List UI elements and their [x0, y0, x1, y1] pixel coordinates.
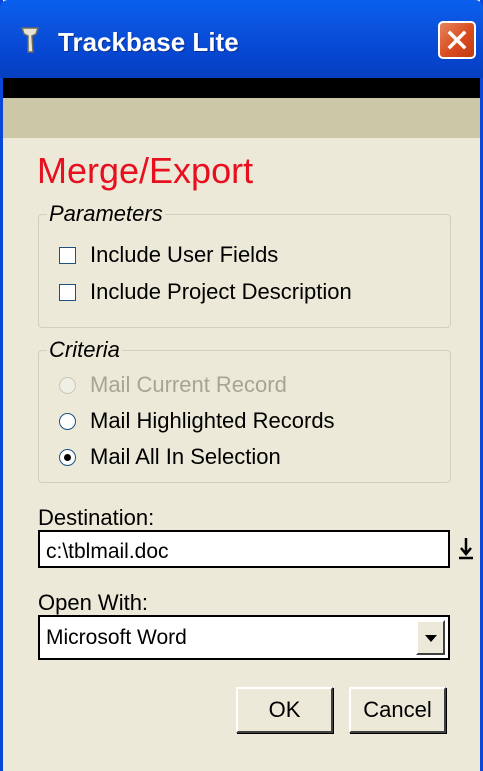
- close-button[interactable]: [438, 21, 476, 59]
- include-user-fields-option[interactable]: Include User Fields: [59, 242, 278, 268]
- open-with-dropdown-button[interactable]: [416, 620, 445, 655]
- ok-button[interactable]: OK: [236, 687, 333, 733]
- mail-all-in-selection-label: Mail All In Selection: [90, 444, 281, 469]
- mail-current-record-option[interactable]: Mail Current Record: [59, 372, 287, 398]
- toolbar-band: [3, 78, 480, 98]
- mail-highlighted-records-label: Mail Highlighted Records: [90, 408, 335, 433]
- open-with-value: Microsoft Word: [46, 626, 187, 649]
- cancel-button[interactable]: Cancel: [349, 687, 446, 733]
- include-user-fields-label: Include User Fields: [90, 242, 279, 267]
- cancel-button-label: Cancel: [363, 697, 432, 722]
- mail-current-record-label: Mail Current Record: [90, 372, 287, 397]
- title-bar[interactable]: Trackbase Lite: [0, 0, 483, 78]
- mail-all-in-selection-option[interactable]: Mail All In Selection: [59, 444, 281, 470]
- include-project-description-option[interactable]: Include Project Description: [59, 279, 352, 305]
- destination-field[interactable]: c:\tblmail.doc: [38, 530, 450, 568]
- criteria-legend: Criteria: [49, 337, 120, 362]
- include-project-description-checkbox[interactable]: [59, 283, 76, 301]
- parameters-legend: Parameters: [49, 201, 163, 226]
- trackbase-app-icon: [20, 27, 40, 53]
- include-user-fields-checkbox[interactable]: [59, 246, 76, 264]
- mail-highlighted-records-option[interactable]: Mail Highlighted Records: [59, 408, 335, 434]
- destination-label: Destination:: [38, 505, 155, 530]
- chevron-down-icon: [425, 635, 437, 642]
- mail-all-in-selection-radio[interactable]: [59, 448, 76, 466]
- status-band: [3, 98, 480, 138]
- mail-current-record-radio[interactable]: [59, 376, 76, 394]
- window-title: Trackbase Lite: [58, 27, 239, 57]
- dialog-window: Trackbase Lite Merge/Export Parameters I…: [0, 0, 483, 771]
- close-icon: [447, 30, 467, 50]
- open-with-label: Open With:: [38, 590, 149, 615]
- include-project-description-label: Include Project Description: [90, 279, 352, 304]
- open-with-select[interactable]: Microsoft Word: [38, 615, 450, 660]
- page-title: Merge/Export: [37, 150, 254, 191]
- ok-button-label: OK: [268, 697, 301, 722]
- mail-highlighted-records-radio[interactable]: [59, 412, 76, 430]
- download-arrow-icon[interactable]: [456, 534, 476, 564]
